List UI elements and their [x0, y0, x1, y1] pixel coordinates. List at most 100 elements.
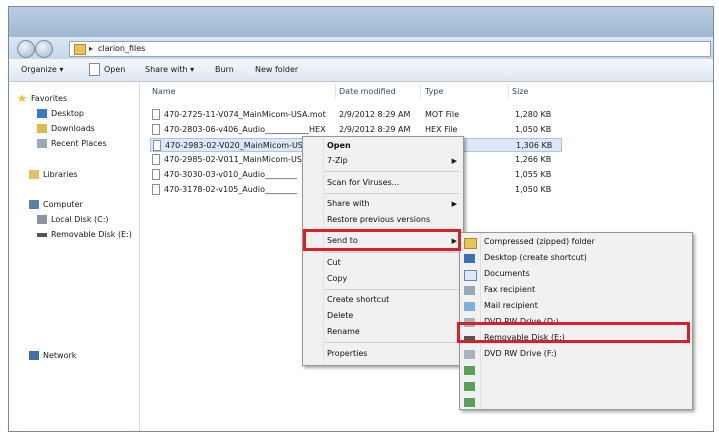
- nav-local-disk[interactable]: Local Disk (C:): [37, 213, 109, 227]
- desktop-icon: [37, 109, 47, 118]
- nav-desktop[interactable]: Desktop: [37, 107, 84, 121]
- menu-cut-label: Cut: [327, 258, 341, 267]
- menu-separator: [325, 342, 459, 343]
- file-date: 2/9/2012 8:29 AM: [339, 125, 411, 134]
- back-button[interactable]: [17, 40, 35, 58]
- file-icon: [152, 184, 160, 195]
- network-drive-icon[interactable]: [464, 366, 475, 375]
- file-date: 2/9/2012 8:29 AM: [339, 110, 411, 119]
- network-drive-icon[interactable]: [464, 398, 475, 407]
- nav-favorites-label: Favorites: [31, 94, 68, 103]
- send-to-submenu: Compressed (zipped) folder Desktop (crea…: [459, 232, 693, 410]
- menu-7zip-label: 7-Zip: [327, 156, 348, 165]
- chevron-right-icon: ▶: [451, 157, 457, 165]
- nav-recent[interactable]: Recent Places: [37, 137, 107, 151]
- open-button[interactable]: Open: [89, 59, 125, 81]
- menu-item-cut[interactable]: Cut: [303, 256, 463, 270]
- computer-icon: [29, 200, 39, 209]
- nav-downloads[interactable]: Downloads: [37, 122, 95, 136]
- nav-computer-label: Computer: [43, 200, 83, 209]
- file-type: HEX File: [425, 125, 458, 134]
- menu-item-rename[interactable]: Rename: [303, 325, 463, 339]
- nav-network[interactable]: Network: [29, 349, 76, 363]
- forward-button[interactable]: [35, 40, 53, 58]
- nav-downloads-label: Downloads: [51, 124, 95, 133]
- file-icon: [152, 169, 160, 180]
- menu-delete-label: Delete: [327, 311, 354, 320]
- menu-item-7zip[interactable]: 7-Zip ▶: [303, 154, 463, 168]
- menu-create-shortcut-label: Create shortcut: [327, 295, 390, 304]
- menu-item-properties[interactable]: Properties: [303, 347, 463, 361]
- nav-favorites[interactable]: Favorites: [17, 92, 67, 106]
- nav-computer[interactable]: Computer: [29, 198, 83, 212]
- menu-open-label: Open: [327, 141, 351, 150]
- nav-libraries[interactable]: Libraries: [29, 168, 78, 182]
- column-header-size[interactable]: Size: [512, 86, 528, 98]
- nav-removable[interactable]: Removable Disk (E:): [37, 228, 132, 242]
- file-icon: [152, 109, 160, 120]
- breadcrumb[interactable]: clarion_files: [98, 42, 145, 56]
- sendto-desktop[interactable]: Desktop (create shortcut): [460, 251, 692, 265]
- file-name: 470-2803-06-v406_Audio___________HEX: [164, 125, 326, 134]
- column-divider[interactable]: [420, 84, 421, 98]
- star-icon: [17, 94, 27, 103]
- libraries-icon: [29, 170, 39, 179]
- menu-properties-label: Properties: [327, 349, 368, 358]
- sendto-mail[interactable]: Mail recipient: [460, 299, 692, 313]
- address-input[interactable]: ▸ clarion_files: [69, 41, 711, 57]
- file-name: 470-2983-02-V020_MainMicom-USA: [165, 141, 309, 150]
- organize-button[interactable]: Organize ▾: [21, 59, 63, 81]
- sendto-desktop-label: Desktop (create shortcut): [484, 253, 587, 262]
- sendto-dvd-f[interactable]: DVD RW Drive (F:): [460, 347, 692, 361]
- new-folder-button[interactable]: New folder: [255, 59, 298, 81]
- command-bar: Organize ▾ Open Share with ▾ Burn New fo…: [9, 59, 713, 82]
- file-row[interactable]: 470-2725-11-V074_MainMicom-USA.mot 2/9/2…: [150, 108, 562, 122]
- menu-restore-label: Restore previous versions: [327, 215, 431, 224]
- chevron-right-icon: ▶: [451, 200, 457, 208]
- file-name: 470-2985-02-V011_MainMicom-USA: [164, 155, 308, 164]
- share-with-button[interactable]: Share with ▾: [145, 59, 194, 81]
- burn-button[interactable]: Burn: [215, 59, 234, 81]
- column-header-type[interactable]: Type: [425, 86, 443, 98]
- file-icon: [152, 154, 160, 165]
- menu-item-copy[interactable]: Copy: [303, 272, 463, 286]
- document-icon: [89, 63, 100, 76]
- sendto-mail-label: Mail recipient: [484, 301, 538, 310]
- chevron-right-icon: ▸: [89, 44, 94, 53]
- menu-item-restore[interactable]: Restore previous versions: [303, 213, 463, 227]
- sendto-compressed[interactable]: Compressed (zipped) folder: [460, 235, 692, 249]
- menu-separator: [325, 193, 459, 194]
- highlight-removable-disk: [457, 322, 690, 343]
- file-icon: [152, 124, 160, 135]
- column-divider[interactable]: [335, 84, 336, 98]
- sendto-documents-label: Documents: [484, 269, 530, 278]
- menu-share-label: Share with: [327, 199, 370, 208]
- column-divider[interactable]: [508, 84, 509, 98]
- menu-item-open[interactable]: Open: [303, 139, 463, 153]
- sendto-fax-label: Fax recipient: [484, 285, 536, 294]
- sendto-documents[interactable]: Documents: [460, 267, 692, 281]
- file-size: 1,280 KB: [515, 110, 552, 119]
- menu-item-create-shortcut[interactable]: Create shortcut: [303, 293, 463, 307]
- recent-places-icon: [37, 139, 47, 148]
- file-name: 470-2725-11-V074_MainMicom-USA.mot: [164, 110, 326, 119]
- menu-item-delete[interactable]: Delete: [303, 309, 463, 323]
- column-header-date[interactable]: Date modified: [339, 86, 396, 98]
- sendto-fax[interactable]: Fax recipient: [460, 283, 692, 297]
- column-header-name[interactable]: Name: [152, 86, 176, 98]
- nav-network-label: Network: [43, 351, 77, 360]
- file-name: 470-3178-02-v105_Audio________: [164, 185, 297, 194]
- downloads-icon: [37, 124, 47, 133]
- open-label: Open: [104, 65, 126, 74]
- nav-recent-label: Recent Places: [51, 139, 107, 148]
- sendto-dvd-f-label: DVD RW Drive (F:): [484, 349, 557, 358]
- menu-separator: [325, 289, 459, 290]
- nav-libraries-label: Libraries: [43, 170, 78, 179]
- network-drive-icon[interactable]: [464, 382, 475, 391]
- network-icon: [29, 351, 39, 360]
- file-row[interactable]: 470-2803-06-v406_Audio___________HEX 2/9…: [150, 123, 562, 137]
- hard-drive-icon: [37, 215, 47, 224]
- file-icon: [153, 140, 161, 151]
- menu-item-share[interactable]: Share with ▶: [303, 197, 463, 211]
- menu-item-scan[interactable]: Scan for Viruses...: [303, 176, 463, 190]
